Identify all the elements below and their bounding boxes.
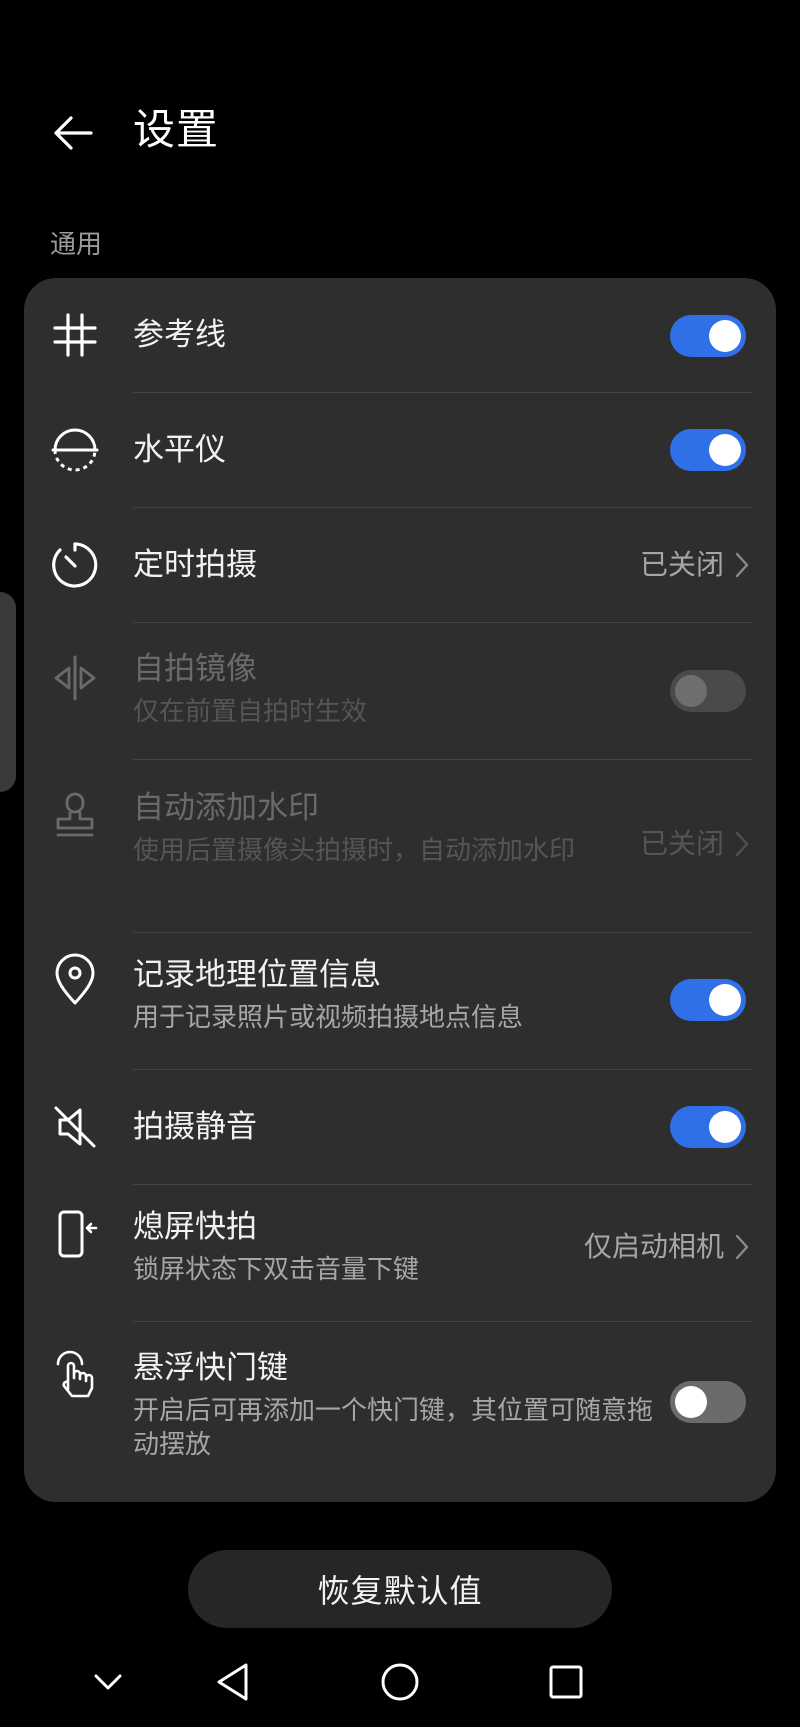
- chevron-right-icon: [735, 1234, 749, 1260]
- collapse-icon: [94, 1674, 122, 1690]
- screen-off-snapshot-value-link[interactable]: 仅启动相机: [584, 1229, 750, 1265]
- setting-sublabel: 开启后可再添加一个快门键，其位置可随意拖动摆放: [133, 1396, 654, 1460]
- setting-label: 拍摄静音: [133, 1109, 257, 1145]
- system-navbar: [0, 1640, 800, 1727]
- setting-timer[interactable]: 定时拍摄 已关闭: [24, 508, 776, 622]
- nav-home-button[interactable]: [370, 1652, 430, 1712]
- setting-label: 记录地理位置信息: [133, 957, 381, 993]
- setting-sublabel: 用于记录照片或视频拍摄地点信息: [133, 1003, 524, 1033]
- setting-sublabel: 使用后置摄像头拍摄时，自动添加水印: [133, 836, 576, 866]
- nav-recents-button[interactable]: [536, 1652, 596, 1712]
- setting-shutter-mute[interactable]: 拍摄静音: [24, 1070, 776, 1184]
- mirror-icon: [48, 651, 102, 705]
- location-toggle[interactable]: [670, 979, 746, 1021]
- chevron-right-icon: [735, 552, 749, 578]
- setting-level[interactable]: 水平仪: [24, 393, 776, 507]
- setting-screen-off-snapshot[interactable]: 熄屏快拍 锁屏状态下双击音量下键 仅启动相机: [24, 1185, 776, 1321]
- setting-grid-lines[interactable]: 参考线: [24, 278, 776, 392]
- settings-card: 参考线 水平仪 定时拍摄 已关闭 自拍镜像 仅在前置自拍时生效 自动添加水印 使…: [24, 278, 776, 1502]
- header: 设置: [0, 88, 800, 172]
- level-icon: [48, 423, 102, 477]
- setting-location[interactable]: 记录地理位置信息 用于记录照片或视频拍摄地点信息: [24, 933, 776, 1069]
- setting-floating-shutter[interactable]: 悬浮快门键 开启后可再添加一个快门键，其位置可随意拖动摆放: [24, 1322, 776, 1494]
- selfie-mirror-toggle: [670, 670, 746, 712]
- shutter-mute-toggle[interactable]: [670, 1106, 746, 1148]
- grid-lines-toggle[interactable]: [670, 315, 746, 357]
- floating-shutter-toggle[interactable]: [670, 1381, 746, 1423]
- level-toggle[interactable]: [670, 429, 746, 471]
- mute-icon: [48, 1100, 102, 1154]
- setting-label: 水平仪: [133, 432, 226, 468]
- back-arrow-icon: [54, 116, 93, 150]
- collapse-button[interactable]: [78, 1652, 138, 1712]
- setting-label: 自拍镜像: [133, 651, 257, 687]
- location-pin-icon: [48, 953, 102, 1007]
- setting-sublabel: 锁屏状态下双击音量下键: [133, 1255, 420, 1285]
- grid-icon: [48, 308, 102, 362]
- touch-icon: [48, 1346, 102, 1400]
- setting-value: 已关闭: [639, 827, 724, 860]
- setting-label: 定时拍摄: [133, 547, 257, 583]
- back-triangle-icon: [217, 1663, 248, 1701]
- timer-value-link[interactable]: 已关闭: [640, 547, 750, 583]
- setting-value: 已关闭: [639, 548, 724, 581]
- setting-auto-watermark: 自动添加水印 使用后置摄像头拍摄时，自动添加水印 已关闭: [24, 760, 776, 932]
- recents-square-icon: [549, 1665, 583, 1699]
- setting-label: 参考线: [133, 317, 226, 353]
- section-label-general: 通用: [50, 230, 103, 260]
- setting-value: 仅启动相机: [583, 1230, 724, 1263]
- watermark-value-link: 已关闭: [640, 826, 750, 862]
- side-panel-handle[interactable]: [0, 592, 16, 792]
- setting-label: 悬浮快门键: [133, 1350, 288, 1386]
- home-circle-icon: [381, 1663, 419, 1701]
- setting-sublabel: 仅在前置自拍时生效: [133, 697, 368, 727]
- timer-icon: [48, 538, 102, 592]
- reset-defaults-button[interactable]: 恢复默认值: [188, 1550, 612, 1628]
- setting-label: 自动添加水印: [133, 790, 319, 826]
- setting-label: 熄屏快拍: [133, 1209, 257, 1245]
- stamp-icon: [48, 788, 102, 842]
- back-button[interactable]: [36, 96, 110, 170]
- phone-volume-icon: [48, 1207, 102, 1261]
- page-title: 设置: [133, 105, 220, 154]
- settings-screen: 设置 通用 参考线 水平仪 定时拍摄 已关闭 自拍镜像 仅在前置自拍时生效 自动…: [0, 0, 800, 1727]
- nav-back-button[interactable]: [203, 1652, 263, 1712]
- chevron-right-icon: [735, 831, 749, 857]
- setting-selfie-mirror: 自拍镜像 仅在前置自拍时生效: [24, 623, 776, 759]
